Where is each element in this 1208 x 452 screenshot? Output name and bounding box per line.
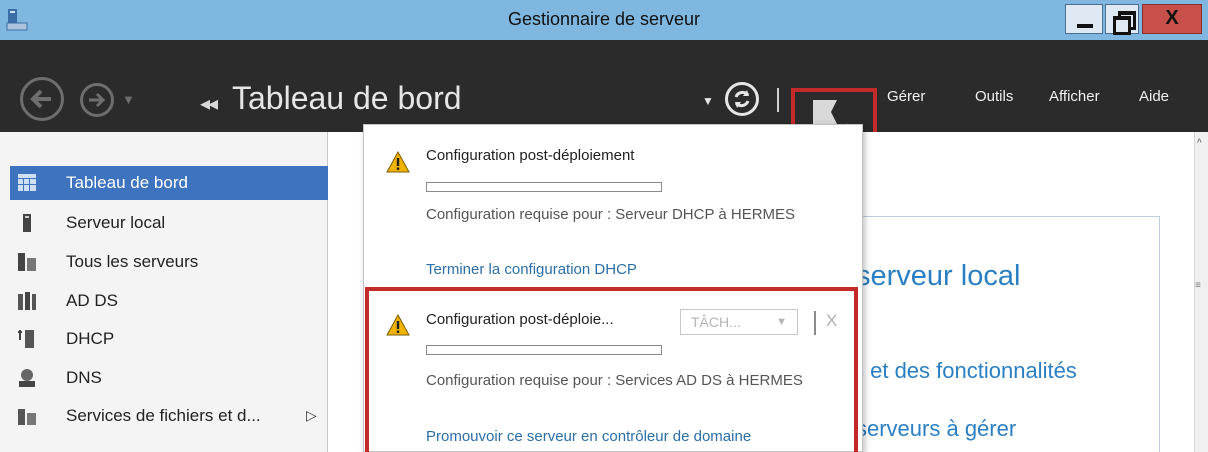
page-title: Tableau de bord xyxy=(232,80,462,116)
nav-history-dropdown-icon[interactable]: ▼ xyxy=(122,92,135,107)
title-bar: Gestionnaire de serveur X xyxy=(0,0,1208,40)
header-separator xyxy=(777,88,779,112)
servers-icon xyxy=(18,253,36,271)
menu-outils[interactable]: Outils xyxy=(975,88,1013,105)
close-icon: X xyxy=(1165,7,1179,29)
sidebar-item-label: Tous les serveurs xyxy=(66,252,199,271)
notification-title: Configuration post-déploiement xyxy=(426,147,635,164)
sidebar-item-dhcp[interactable]: DHCP xyxy=(16,322,328,356)
sidebar-item-ad-ds[interactable]: AD DS xyxy=(16,284,328,318)
sidebar-item-label: DHCP xyxy=(66,329,115,348)
sidebar-item-dns[interactable]: DNS xyxy=(16,361,328,395)
add-servers-link[interactable]: serveurs à gérer xyxy=(856,416,1016,442)
back-arrow-icon xyxy=(30,89,51,109)
scroll-grip-icon[interactable]: ≡ xyxy=(1195,280,1201,291)
notification-description: Configuration requise pour : Serveur DHC… xyxy=(426,206,796,223)
menu-gerer[interactable]: Gérer xyxy=(887,88,925,105)
close-button[interactable]: X xyxy=(1142,4,1202,34)
back-button[interactable] xyxy=(20,77,64,121)
add-roles-features-link[interactable]: s et des fonctionnalités xyxy=(853,358,1077,384)
window-title: Gestionnaire de serveur xyxy=(507,9,701,29)
notification-highlight xyxy=(365,287,858,452)
app-header: ▼ ◂◂ Tableau de bord ▼ Gérer Outils Affi… xyxy=(0,40,1208,168)
minimize-button[interactable] xyxy=(1065,4,1103,34)
forward-arrow-icon xyxy=(89,92,106,108)
expand-arrow-icon[interactable]: ▷ xyxy=(306,407,317,424)
progress-bar xyxy=(426,182,662,192)
sidebar-item-label: DNS xyxy=(66,368,102,387)
file-services-icon xyxy=(18,409,36,425)
sidebar-item-label: Tableau de bord xyxy=(66,173,188,192)
dashboard-icon xyxy=(18,174,36,191)
dhcp-icon xyxy=(18,330,34,348)
menu-aide[interactable]: Aide xyxy=(1139,88,1169,105)
vertical-scrollbar[interactable] xyxy=(1194,132,1208,452)
sidebar-item-label: AD DS xyxy=(66,291,118,310)
refresh-button[interactable] xyxy=(725,82,759,116)
menu-afficher[interactable]: Afficher xyxy=(1049,88,1100,105)
complete-dhcp-configuration-link[interactable]: Terminer la configuration DHCP xyxy=(426,261,637,278)
forward-button[interactable] xyxy=(80,83,114,117)
configure-local-server-link[interactable]: serveur local xyxy=(856,260,1020,293)
breadcrumb-dropdown-icon[interactable]: ▼ xyxy=(702,94,714,108)
dns-icon xyxy=(19,369,35,387)
sidebar-item-label: Services de fichiers et d... xyxy=(66,406,261,425)
server-icon xyxy=(23,214,31,232)
sidebar-item-tous-les-serveurs[interactable]: Tous les serveurs xyxy=(16,245,328,279)
breadcrumb-arrows-icon[interactable]: ◂◂ xyxy=(200,91,218,116)
sidebar-item-tableau-de-bord[interactable]: Tableau de bord xyxy=(10,166,328,200)
scroll-up-icon[interactable]: ^ xyxy=(1197,138,1202,149)
warning-icon xyxy=(386,151,410,173)
sidebar-item-label: Serveur local xyxy=(66,213,166,232)
maximize-button[interactable] xyxy=(1105,4,1139,35)
sidebar-item-serveur-local[interactable]: Serveur local xyxy=(16,206,328,240)
refresh-icon xyxy=(734,90,750,108)
ad-ds-icon xyxy=(18,292,36,310)
sidebar-item-services-de-fichiers[interactable]: Services de fichiers et d... ▷ xyxy=(16,399,328,433)
